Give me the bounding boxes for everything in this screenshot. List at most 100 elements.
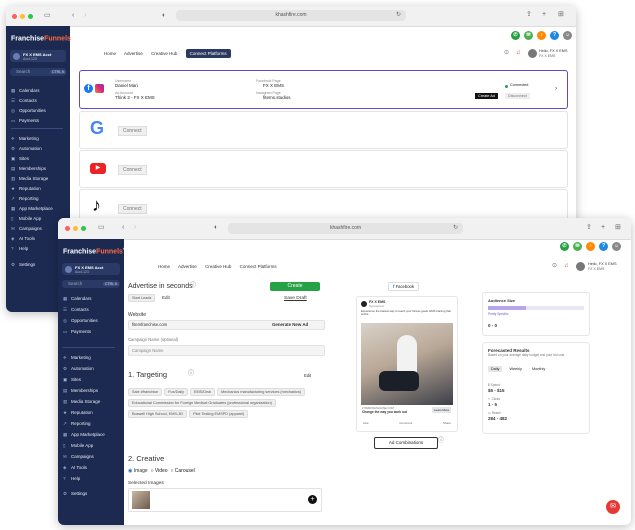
- forward-arrow-icon[interactable]: ›: [84, 12, 86, 19]
- sidebar-item-memberships[interactable]: ▤ Memberships: [63, 388, 98, 394]
- sidebar-item-opportunities[interactable]: ◎ Opportunities: [63, 318, 98, 324]
- sidebar-item-ai-tools[interactable]: ◈ AI Tools: [11, 236, 35, 242]
- sidebar-item-sites[interactable]: ▣ Sites: [11, 156, 29, 162]
- url-bar[interactable]: khashfire.com: [228, 223, 463, 234]
- share-icon[interactable]: ⇪: [586, 224, 592, 231]
- tab-overview-icon[interactable]: ⊞: [615, 224, 621, 231]
- sidebar-item-calendars[interactable]: ▦ Calendars: [11, 88, 40, 94]
- topnav-home[interactable]: Home: [104, 51, 116, 56]
- topnav-connect-platforms[interactable]: Connect Platforms: [185, 49, 231, 58]
- sidebar-item-help[interactable]: ? Help: [63, 476, 80, 481]
- tab-monthly[interactable]: Monthly: [529, 366, 548, 372]
- ad-combinations-button[interactable]: Ad Combinations: [374, 437, 438, 449]
- generate-ad-button[interactable]: Generate New Ad: [272, 322, 308, 327]
- phone-icon[interactable]: ✆: [511, 31, 520, 40]
- sidebar-item-automation[interactable]: ⚙ Automation: [11, 146, 42, 152]
- targeting-chip[interactable]: Fox/Daily: [164, 388, 189, 396]
- targeting-chip[interactable]: Mechanics manufacturing services (mechan…: [217, 388, 306, 396]
- sidebar-item-calendars[interactable]: ▦ Calendars: [63, 296, 92, 302]
- image-radio[interactable]: ◉ Image: [128, 468, 148, 474]
- topnav-advertise[interactable]: Advertise: [124, 51, 143, 56]
- targeting-chip[interactable]: EMS/Deal: [190, 388, 216, 396]
- close-dot[interactable]: [65, 226, 70, 231]
- close-dot[interactable]: [12, 14, 17, 19]
- targeting-chip[interactable]: Educational Commission for Foreign Medic…: [128, 399, 276, 407]
- sidebar-item-reporting[interactable]: ↗ Reporting: [11, 196, 39, 202]
- help-outline-icon[interactable]: ⊙: [504, 50, 509, 56]
- preview-tab[interactable]: f Facebook: [388, 282, 419, 291]
- header-avatar[interactable]: [576, 262, 585, 271]
- sidebar-item-automation[interactable]: ⚙ Automation: [63, 366, 94, 372]
- bell-icon[interactable]: ♫: [516, 50, 521, 56]
- targeting-edit-link[interactable]: Edit: [304, 373, 311, 378]
- user-avatar-icon[interactable]: ☺: [612, 242, 621, 251]
- topnav-creative-hub[interactable]: Creative Hub: [151, 51, 177, 56]
- sidebar-item-app-marketplace[interactable]: ▦ App Marketplace: [63, 432, 105, 438]
- sidebar-item-opportunities[interactable]: ◎ Opportunities: [11, 108, 46, 114]
- new-tab-icon[interactable]: +: [542, 11, 546, 18]
- tab-daily[interactable]: Daily: [488, 366, 503, 372]
- sidebar-item-contacts[interactable]: ☰ Contacts: [11, 98, 37, 104]
- sidebar-item-mobile-app[interactable]: ▯ Mobile App: [63, 443, 93, 449]
- reload-icon[interactable]: ↻: [453, 225, 458, 231]
- sidebar-item-campaigns[interactable]: ✉ Campaigns: [11, 226, 42, 232]
- share-action[interactable]: Share: [443, 421, 451, 425]
- topnav-advertise[interactable]: Advertise: [178, 264, 197, 269]
- sidebar-item-marketing[interactable]: ✈ Marketing: [11, 136, 39, 142]
- zoom-dot[interactable]: [81, 226, 86, 231]
- reload-icon[interactable]: ↻: [396, 12, 401, 18]
- help-circle-icon[interactable]: ?: [550, 31, 559, 40]
- sidebar-item-reputation[interactable]: ★ Reputation: [63, 410, 93, 416]
- sidebar-item-help[interactable]: ? Help: [11, 246, 28, 251]
- chevron-right-icon[interactable]: ›: [555, 86, 557, 92]
- help-circle-icon[interactable]: ?: [599, 242, 608, 251]
- ad-combinations-info-icon[interactable]: ⓘ: [438, 438, 444, 444]
- chat-widget-icon[interactable]: ✉: [606, 500, 620, 514]
- topnav-home[interactable]: Home: [158, 264, 170, 269]
- sidebar-item-app-marketplace[interactable]: ▦ App Marketplace: [11, 206, 53, 212]
- topnav-connect-platforms[interactable]: Connect Platforms: [240, 264, 277, 269]
- sidebar-toggle-icon[interactable]: ▭: [44, 12, 51, 19]
- url-bar[interactable]: khashfire.com: [176, 10, 406, 21]
- targeting-chip[interactable]: Sale #franchise: [128, 388, 163, 396]
- new-tab-icon[interactable]: +: [601, 224, 605, 231]
- comment-action[interactable]: Comment: [399, 421, 412, 425]
- forward-arrow-icon[interactable]: ›: [134, 224, 136, 231]
- sidebar-item-settings[interactable]: ⚙ Settings: [63, 491, 87, 497]
- disconnect-button[interactable]: Disconnect: [505, 93, 530, 99]
- carousel-radio[interactable]: ○ Carousel: [170, 468, 194, 474]
- like-action[interactable]: Like: [363, 421, 369, 425]
- minimize-dot[interactable]: [20, 14, 25, 19]
- bell-icon[interactable]: ♫: [564, 263, 569, 269]
- minimize-dot[interactable]: [73, 226, 78, 231]
- phone-icon[interactable]: ✆: [560, 242, 569, 251]
- sidebar-item-memberships[interactable]: ▤ Memberships: [11, 166, 46, 172]
- share-icon[interactable]: ⇪: [526, 11, 532, 18]
- back-arrow-icon[interactable]: ‹: [72, 12, 74, 19]
- sidebar-item-contacts[interactable]: ☰ Contacts: [63, 307, 89, 313]
- chat-icon[interactable]: ✉: [573, 242, 582, 251]
- notifications-icon[interactable]: ♪: [537, 31, 546, 40]
- campaign-input[interactable]: Campaign Name: [128, 345, 325, 356]
- edit-link[interactable]: Edit: [162, 295, 170, 300]
- sidebar-item-marketing[interactable]: ✈ Marketing: [63, 355, 91, 361]
- sidebar-item-mobile-app[interactable]: ▯ Mobile App: [11, 216, 41, 222]
- google-connect-button[interactable]: Connect: [118, 126, 147, 136]
- preview-cta-button[interactable]: Learn More: [432, 407, 452, 413]
- zoom-dot[interactable]: [28, 14, 33, 19]
- sidebar-toggle-icon[interactable]: ▭: [98, 224, 105, 231]
- tiktok-connect-button[interactable]: Connect: [118, 204, 147, 214]
- sidebar-item-reporting[interactable]: ↗ Reporting: [63, 421, 91, 427]
- header-avatar[interactable]: [528, 49, 537, 58]
- youtube-connect-button[interactable]: Connect: [118, 165, 147, 175]
- sidebar-item-settings[interactable]: ⚙ Settings: [11, 262, 35, 268]
- user-avatar-icon[interactable]: ☺: [563, 31, 572, 40]
- sidebar-item-media-storage[interactable]: ▥ Media Storage: [11, 176, 48, 182]
- sidebar-item-payments[interactable]: ▭ Payments: [63, 329, 91, 335]
- account-switcher[interactable]: FX X EMS Acct Acct-123: [62, 263, 120, 275]
- targeting-chip[interactable]: Pilot Testing EMSPD (apparel): [189, 410, 249, 418]
- sidebar-item-ai-tools[interactable]: ◈ AI Tools: [63, 465, 87, 471]
- add-image-icon[interactable]: +: [308, 495, 317, 504]
- sidebar-item-media-storage[interactable]: ▥ Media Storage: [63, 399, 100, 405]
- tab-overview-icon[interactable]: ⊞: [558, 11, 564, 18]
